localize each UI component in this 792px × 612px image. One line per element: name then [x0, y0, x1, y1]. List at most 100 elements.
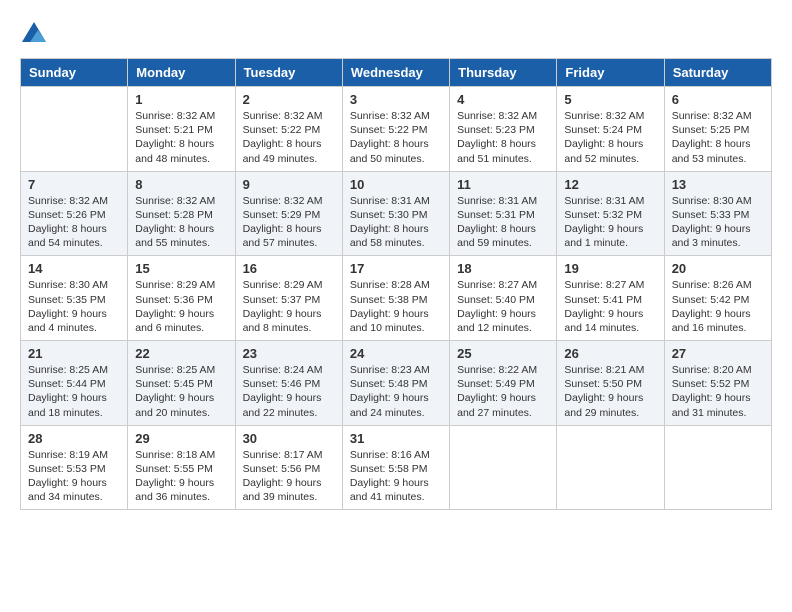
day-number: 21 [28, 346, 120, 361]
logo-icon [20, 20, 48, 48]
day-info: Sunrise: 8:28 AMSunset: 5:38 PMDaylight:… [350, 278, 442, 335]
day-number: 16 [243, 261, 335, 276]
day-info: Sunrise: 8:29 AMSunset: 5:36 PMDaylight:… [135, 278, 227, 335]
day-number: 5 [564, 92, 656, 107]
day-number: 23 [243, 346, 335, 361]
calendar-cell: 9 Sunrise: 8:32 AMSunset: 5:29 PMDaylight… [235, 171, 342, 256]
calendar-cell: 11Sunrise: 8:31 AMSunset: 5:31 PMDayligh… [450, 171, 557, 256]
calendar-cell: 16 Sunrise: 8:29 AMSunset: 5:37 PMDayligh… [235, 256, 342, 341]
calendar-cell [450, 425, 557, 510]
calendar-cell: 15 Sunrise: 8:29 AMSunset: 5:36 PMDayligh… [128, 256, 235, 341]
day-number: 1 [135, 92, 227, 107]
day-info: Sunrise: 8:20 AMSunset: 5:52 PMDaylight:… [672, 363, 764, 420]
day-number: 8 [135, 177, 227, 192]
day-info: Sunrise: 8:30 AMSunset: 5:33 PMDaylight:… [672, 194, 764, 251]
day-info: Sunrise: 8:32 AMSunset: 5:24 PMDaylight:… [564, 109, 656, 166]
day-info: Sunrise: 8:29 AMSunset: 5:37 PMDaylight:… [243, 278, 335, 335]
calendar-cell: 24 Sunrise: 8:23 AMSunset: 5:48 PMDayligh… [342, 341, 449, 426]
day-info: Sunrise: 8:32 AMSunset: 5:25 PMDaylight:… [672, 109, 764, 166]
page-header [20, 20, 772, 48]
calendar-cell: 18Sunrise: 8:27 AMSunset: 5:40 PMDayligh… [450, 256, 557, 341]
day-number: 11 [457, 177, 549, 192]
day-info: Sunrise: 8:25 AMSunset: 5:45 PMDaylight:… [135, 363, 227, 420]
calendar-cell: 28Sunrise: 8:19 AMSunset: 5:53 PMDayligh… [21, 425, 128, 510]
calendar-cell: 6 Sunrise: 8:32 AMSunset: 5:25 PMDaylight… [664, 87, 771, 172]
calendar-cell [557, 425, 664, 510]
calendar-cell: 10 Sunrise: 8:31 AMSunset: 5:30 PMDayligh… [342, 171, 449, 256]
calendar-cell: 31 Sunrise: 8:16 AMSunset: 5:58 PMDayligh… [342, 425, 449, 510]
calendar-week-row: 7 Sunrise: 8:32 AMSunset: 5:26 PMDaylight… [21, 171, 772, 256]
day-info: Sunrise: 8:32 AMSunset: 5:21 PMDaylight:… [135, 109, 227, 166]
day-info: Sunrise: 8:31 AMSunset: 5:32 PMDaylight:… [564, 194, 656, 251]
day-info: Sunrise: 8:32 AMSunset: 5:23 PMDaylight:… [457, 109, 549, 166]
calendar-cell: 14 Sunrise: 8:30 AMSunset: 5:35 PMDayligh… [21, 256, 128, 341]
calendar-cell [21, 87, 128, 172]
day-number: 7 [28, 177, 120, 192]
day-number: 17 [350, 261, 442, 276]
day-number: 31 [350, 431, 442, 446]
calendar-cell: 2Sunrise: 8:32 AMSunset: 5:22 PMDaylight… [235, 87, 342, 172]
day-info: Sunrise: 8:32 AMSunset: 5:26 PMDaylight:… [28, 194, 120, 251]
calendar-cell: 8 Sunrise: 8:32 AMSunset: 5:28 PMDaylight… [128, 171, 235, 256]
day-number: 3 [350, 92, 442, 107]
day-info: Sunrise: 8:22 AMSunset: 5:49 PMDaylight:… [457, 363, 549, 420]
day-number: 9 [243, 177, 335, 192]
calendar-week-row: 1 Sunrise: 8:32 AMSunset: 5:21 PMDaylight… [21, 87, 772, 172]
calendar-cell: 7 Sunrise: 8:32 AMSunset: 5:26 PMDaylight… [21, 171, 128, 256]
calendar-cell: 30 Sunrise: 8:17 AMSunset: 5:56 PMDayligh… [235, 425, 342, 510]
calendar-header-row: SundayMondayTuesdayWednesdayThursdayFrid… [21, 59, 772, 87]
calendar-cell: 1 Sunrise: 8:32 AMSunset: 5:21 PMDaylight… [128, 87, 235, 172]
day-number: 12 [564, 177, 656, 192]
calendar-cell: 25 Sunrise: 8:22 AMSunset: 5:49 PMDayligh… [450, 341, 557, 426]
calendar-cell: 12 Sunrise: 8:31 AMSunset: 5:32 PMDayligh… [557, 171, 664, 256]
calendar-cell: 26 Sunrise: 8:21 AMSunset: 5:50 PMDayligh… [557, 341, 664, 426]
calendar-cell: 23 Sunrise: 8:24 AMSunset: 5:46 PMDayligh… [235, 341, 342, 426]
weekday-header: Tuesday [235, 59, 342, 87]
weekday-header: Friday [557, 59, 664, 87]
day-number: 4 [457, 92, 549, 107]
calendar-cell: 29Sunrise: 8:18 AMSunset: 5:55 PMDayligh… [128, 425, 235, 510]
day-info: Sunrise: 8:32 AMSunset: 5:22 PMDaylight:… [350, 109, 442, 166]
day-number: 2 [243, 92, 335, 107]
day-number: 27 [672, 346, 764, 361]
day-number: 15 [135, 261, 227, 276]
logo [20, 20, 52, 48]
day-info: Sunrise: 8:24 AMSunset: 5:46 PMDaylight:… [243, 363, 335, 420]
day-number: 10 [350, 177, 442, 192]
day-info: Sunrise: 8:17 AMSunset: 5:56 PMDaylight:… [243, 448, 335, 505]
day-number: 26 [564, 346, 656, 361]
day-info: Sunrise: 8:16 AMSunset: 5:58 PMDaylight:… [350, 448, 442, 505]
day-number: 25 [457, 346, 549, 361]
day-number: 24 [350, 346, 442, 361]
day-number: 28 [28, 431, 120, 446]
day-info: Sunrise: 8:32 AMSunset: 5:29 PMDaylight:… [243, 194, 335, 251]
calendar-week-row: 14 Sunrise: 8:30 AMSunset: 5:35 PMDayligh… [21, 256, 772, 341]
calendar-cell: 3 Sunrise: 8:32 AMSunset: 5:22 PMDaylight… [342, 87, 449, 172]
calendar-week-row: 28Sunrise: 8:19 AMSunset: 5:53 PMDayligh… [21, 425, 772, 510]
calendar-cell: 17 Sunrise: 8:28 AMSunset: 5:38 PMDayligh… [342, 256, 449, 341]
day-info: Sunrise: 8:27 AMSunset: 5:41 PMDaylight:… [564, 278, 656, 335]
day-number: 14 [28, 261, 120, 276]
day-number: 13 [672, 177, 764, 192]
day-info: Sunrise: 8:31 AMSunset: 5:30 PMDaylight:… [350, 194, 442, 251]
day-info: Sunrise: 8:30 AMSunset: 5:35 PMDaylight:… [28, 278, 120, 335]
day-info: Sunrise: 8:26 AMSunset: 5:42 PMDaylight:… [672, 278, 764, 335]
day-number: 20 [672, 261, 764, 276]
calendar-cell: 13 Sunrise: 8:30 AMSunset: 5:33 PMDayligh… [664, 171, 771, 256]
day-info: Sunrise: 8:32 AMSunset: 5:28 PMDaylight:… [135, 194, 227, 251]
day-number: 30 [243, 431, 335, 446]
calendar-week-row: 21 Sunrise: 8:25 AMSunset: 5:44 PMDayligh… [21, 341, 772, 426]
day-info: Sunrise: 8:27 AMSunset: 5:40 PMDaylight:… [457, 278, 549, 335]
day-number: 6 [672, 92, 764, 107]
calendar-cell: 4 Sunrise: 8:32 AMSunset: 5:23 PMDaylight… [450, 87, 557, 172]
day-number: 29 [135, 431, 227, 446]
day-info: Sunrise: 8:25 AMSunset: 5:44 PMDaylight:… [28, 363, 120, 420]
day-number: 19 [564, 261, 656, 276]
day-info: Sunrise: 8:21 AMSunset: 5:50 PMDaylight:… [564, 363, 656, 420]
weekday-header: Sunday [21, 59, 128, 87]
calendar-table: SundayMondayTuesdayWednesdayThursdayFrid… [20, 58, 772, 510]
calendar-cell: 22Sunrise: 8:25 AMSunset: 5:45 PMDayligh… [128, 341, 235, 426]
weekday-header: Thursday [450, 59, 557, 87]
calendar-cell: 21 Sunrise: 8:25 AMSunset: 5:44 PMDayligh… [21, 341, 128, 426]
day-info: Sunrise: 8:23 AMSunset: 5:48 PMDaylight:… [350, 363, 442, 420]
